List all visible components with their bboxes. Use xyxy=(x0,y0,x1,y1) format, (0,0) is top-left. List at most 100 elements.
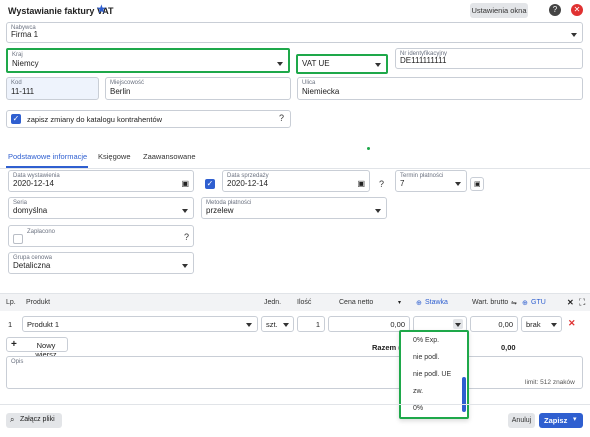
vat-type-value: VAT UE xyxy=(302,59,330,68)
dropdown-scrollbar[interactable] xyxy=(462,377,466,412)
postal-code-label: Kod xyxy=(11,80,22,86)
gross-value: 0,00 xyxy=(498,320,513,329)
calendar-icon: ▣ xyxy=(474,181,481,188)
notes-label: Opis xyxy=(11,359,24,365)
postal-code-field[interactable]: Kod 11-111 xyxy=(6,77,99,100)
col-rate[interactable]: Stawka xyxy=(425,299,448,306)
settings-icon[interactable]: ⊕ xyxy=(522,299,528,307)
tax-id-value: DE111111111 xyxy=(400,56,447,65)
star-icon[interactable]: ★ xyxy=(96,2,107,16)
help-icon[interactable]: ? xyxy=(379,179,384,189)
rate-dropdown: 0% Exp. nie podl. nie podl. UE zw. 0% xyxy=(399,330,469,419)
qty-input[interactable]: 1 xyxy=(297,316,325,332)
sale-date-field[interactable]: Data sprzedaży 2020-12-14 ▣ xyxy=(222,170,370,192)
gtu-value: brak xyxy=(526,320,541,329)
delete-row-icon[interactable]: ✕ xyxy=(568,318,576,329)
close-icon[interactable]: ✕ xyxy=(567,298,574,307)
tab-accounting[interactable]: Księgowe xyxy=(98,152,131,161)
tab-basic-info[interactable]: Podstawowe informacje xyxy=(8,152,87,161)
settings-icon[interactable]: ⊕ xyxy=(416,299,422,307)
payment-method-value: przelew xyxy=(206,206,234,215)
chevron-down-icon[interactable]: ▾ xyxy=(573,415,577,423)
cancel-button[interactable]: Anuluj xyxy=(508,413,535,428)
paid-row[interactable]: Zapłacono ? xyxy=(8,225,194,247)
close-icon[interactable]: ✕ xyxy=(571,4,583,16)
chevron-down-icon xyxy=(182,209,188,213)
chevron-down-icon xyxy=(571,33,577,37)
notes-limit: limit: 512 znaków xyxy=(525,379,575,386)
save-changes-checkbox[interactable]: ✓ xyxy=(11,114,21,124)
rate-option[interactable]: zw. xyxy=(413,388,423,395)
col-qty: Ilość xyxy=(297,299,312,306)
help-icon[interactable]: ? xyxy=(279,113,284,123)
gtu-select[interactable]: brak xyxy=(521,316,562,332)
calendar-icon[interactable]: ▣ xyxy=(181,179,189,188)
rate-option[interactable]: nie podl. xyxy=(413,354,439,361)
sale-date-checkbox[interactable]: ✓ xyxy=(205,179,215,189)
rate-option[interactable]: nie podl. UE xyxy=(413,371,451,378)
paid-checkbox[interactable] xyxy=(13,234,23,244)
save-changes-label: zapisz zmiany do katalogu kontrahentów xyxy=(27,115,163,124)
payment-method-select[interactable]: Metoda płatności przelew xyxy=(201,197,387,219)
payment-term-select[interactable]: Termin płatności 7 xyxy=(395,170,467,192)
rate-option[interactable]: 0% Exp. xyxy=(413,337,439,344)
price-group-select[interactable]: Grupa cenowa Detaliczna xyxy=(8,252,194,274)
help-icon[interactable]: ? xyxy=(184,232,189,242)
city-value: Berlin xyxy=(110,87,131,96)
col-unit: Jedn. xyxy=(264,299,282,306)
attach-files-label: Załącz pliki xyxy=(20,416,55,423)
attach-files-button[interactable]: ⌕ Załącz pliki xyxy=(6,413,62,428)
save-changes-row[interactable]: ✓ zapisz zmiany do katalogu kontrahentów… xyxy=(6,110,291,128)
price-input[interactable]: 0,00 xyxy=(328,316,410,332)
country-value: Niemcy xyxy=(12,59,39,68)
rate-option[interactable]: 0% xyxy=(413,405,423,412)
unit-select[interactable]: szt. xyxy=(261,316,294,332)
price-value: 0,00 xyxy=(390,320,405,329)
unit-value: szt. xyxy=(266,320,278,329)
help-icon[interactable]: ? xyxy=(549,4,561,16)
country-select[interactable]: Kraj Niemcy xyxy=(6,48,290,73)
col-product: Produkt xyxy=(26,299,51,306)
calendar-icon[interactable]: ▣ xyxy=(357,179,365,188)
chevron-down-icon[interactable]: ▾ xyxy=(398,299,401,306)
chevron-down-icon xyxy=(551,323,557,327)
save-button[interactable]: Zapisz ▾ xyxy=(539,413,583,428)
save-label: Zapisz xyxy=(544,416,568,425)
expand-icon[interactable]: ⛶ xyxy=(579,297,585,308)
street-field[interactable]: Ulica Niemiecka xyxy=(297,77,583,100)
tax-id-field[interactable]: Nr identyfikacyjny DE111111111 xyxy=(395,48,583,69)
chevron-down-icon xyxy=(283,323,289,327)
paid-label: Zapłacono xyxy=(27,229,56,235)
col-gtu[interactable]: GTU xyxy=(531,299,546,306)
chevron-down-icon xyxy=(375,209,381,213)
payment-term-label: Termin płatności xyxy=(400,173,444,179)
city-field[interactable]: Miejscowość Berlin xyxy=(105,77,291,100)
notes-field[interactable]: Opis xyxy=(6,356,583,389)
col-price[interactable]: Cena netto xyxy=(339,299,373,306)
series-select[interactable]: Seria domyślna xyxy=(8,197,194,219)
col-gross[interactable]: Wart. brutto xyxy=(472,299,508,306)
chevron-down-icon xyxy=(182,264,188,268)
col-lp: Lp. xyxy=(6,299,16,306)
new-row-button[interactable]: + Nowy wiersz xyxy=(6,337,68,359)
postal-code-value: 11-111 xyxy=(11,87,35,96)
street-label: Ulica xyxy=(302,80,316,86)
sale-date-value: 2020-12-14 xyxy=(227,179,268,188)
buyer-select[interactable]: Nabywca Firma 1 xyxy=(6,22,583,43)
qty-value: 1 xyxy=(315,320,320,329)
window-settings-button[interactable]: Ustawienia okna xyxy=(470,3,528,18)
chevron-down-icon xyxy=(277,62,283,66)
gross-input[interactable]: 0,00 xyxy=(470,316,518,332)
chevron-down-icon xyxy=(375,63,381,67)
toggle-icon[interactable]: ⇋ xyxy=(511,299,517,307)
product-select[interactable]: Produkt 1 xyxy=(22,316,258,332)
tab-advanced[interactable]: Zaawansowane xyxy=(143,152,196,161)
chevron-down-icon xyxy=(455,323,461,327)
city-label: Miejscowość xyxy=(110,80,145,86)
plus-icon: + xyxy=(11,339,17,350)
payment-term-calendar[interactable]: ▣ xyxy=(470,177,484,191)
street-value: Niemiecka xyxy=(302,87,340,96)
issue-date-field[interactable]: Data wystawienia 2020-12-14 ▣ xyxy=(8,170,194,192)
footer-divider xyxy=(0,404,590,405)
vat-type-select[interactable]: VAT UE xyxy=(296,54,388,74)
